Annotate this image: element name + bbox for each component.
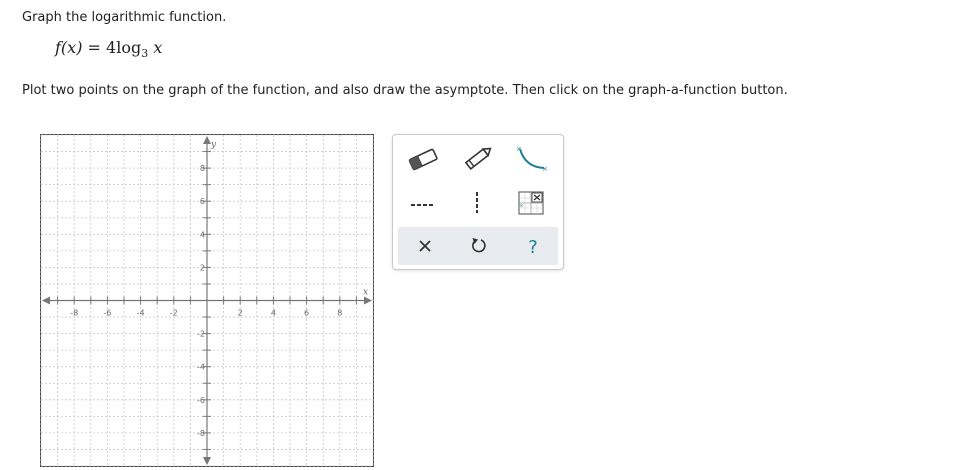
undo-icon [472,238,486,253]
eraser-icon [408,148,438,171]
x-tick-label: 4 [271,309,276,318]
question-icon: ? [528,237,538,258]
y-tick-label: 8 [200,164,205,173]
svg-text:×: × [516,145,522,153]
dashed-vertical-line-icon [476,192,478,213]
y-tick-label: 2 [200,263,205,272]
formula-base: 3 [141,47,149,61]
function-formula: f(x) = 4log3 x [55,38,162,60]
close-icon [419,240,431,252]
formula-lhs: f(x) [55,38,83,57]
curve-icon: × × [516,145,548,173]
x-tick-label: -4 [137,309,145,318]
eraser-tool[interactable] [403,143,443,175]
undo-button[interactable] [459,230,499,262]
coordinate-plane[interactable]: -8 -6 -4 -2 2 4 6 8 8 6 4 2 -2 -4 -6 -8 x y [40,134,374,467]
graph-function-tool[interactable]: x [511,187,551,219]
graph-canvas[interactable]: -8 -6 -4 -2 2 4 6 8 8 6 4 2 -2 -4 -6 -8 x y [40,134,374,467]
help-label: ? [528,237,538,258]
x-tick-label: 8 [337,309,342,318]
horizontal-asymptote-tool[interactable] [403,187,443,219]
curve-tool[interactable]: × × [511,143,551,175]
vertical-asymptote-tool[interactable] [457,187,497,219]
y-tick-label: -4 [197,363,205,372]
help-button[interactable]: ? [513,230,553,262]
x-tick-label: -2 [170,309,178,318]
pencil-icon [464,147,492,171]
formula-coefficient: 4 [106,38,117,57]
y-tick-label: -6 [197,396,205,405]
x-tick-label: -6 [103,309,111,318]
svg-text:×: × [542,165,548,173]
y-tick-label: 4 [200,230,205,239]
x-axis-label: x [363,288,368,298]
clear-button[interactable] [405,230,445,262]
x-tick-label: -8 [70,309,78,318]
x-tick-label: 2 [238,309,243,318]
y-tick-label: -2 [197,330,205,339]
dashed-horizontal-line-icon [411,204,433,206]
y-tick-label: -8 [197,429,205,438]
y-axis-label: y [210,140,217,150]
graph-function-icon: x [518,191,544,215]
formula-equals: = [87,38,101,57]
instructions-text: Plot two points on the graph of the func… [22,83,788,98]
svg-text:x: x [520,203,523,209]
prompt-text: Graph the logarithmic function. [22,10,227,25]
action-bar: ? [398,227,558,265]
formula-func: log [116,38,142,57]
x-tick-label: 6 [304,309,309,318]
pencil-tool[interactable] [457,143,497,175]
formula-arg: x [153,38,163,57]
graph-toolbox: × × x ? [392,134,564,270]
y-tick-label: 6 [200,197,205,206]
